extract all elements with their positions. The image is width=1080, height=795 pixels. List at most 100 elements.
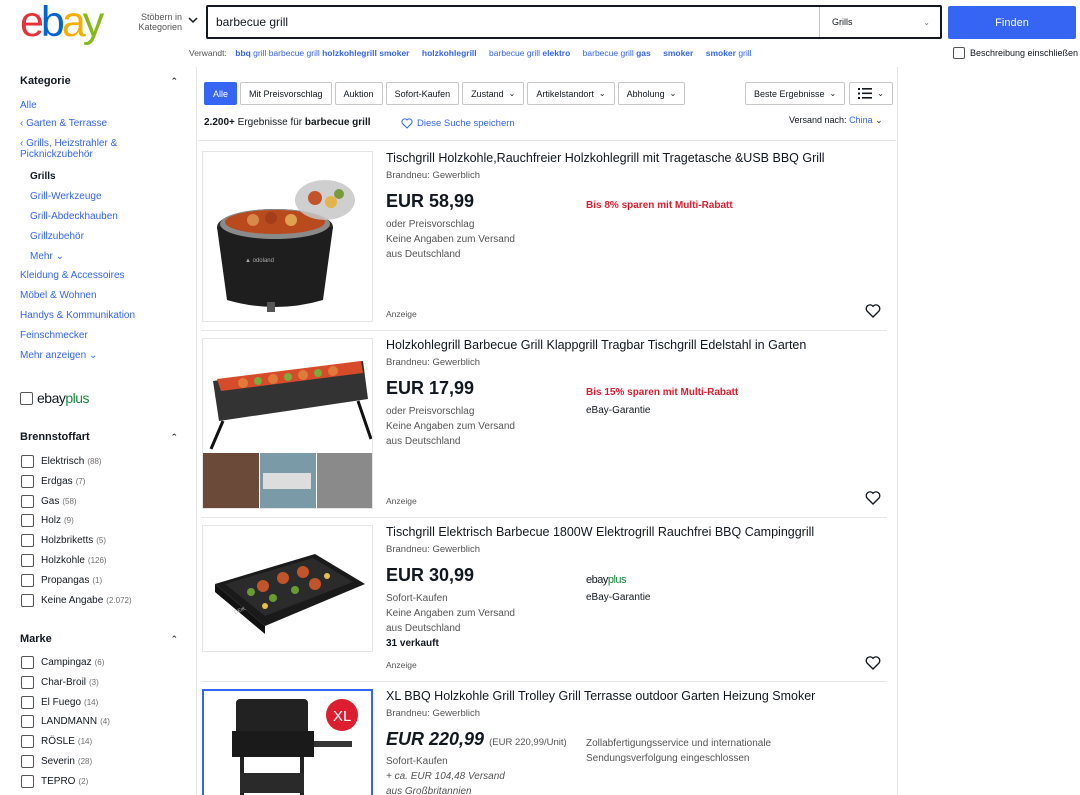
subcategory-link[interactable]: Grill-Abdeckhauben [30,211,118,223]
filter-option[interactable]: Propangas (1) [21,573,102,587]
watch-heart-icon[interactable] [865,303,881,319]
related-link[interactable]: smoker [663,48,693,58]
filter-option-count: (88) [87,457,102,466]
checkbox[interactable] [21,554,34,567]
filter-best-offer[interactable]: Mit Preisvorschlag [240,82,332,105]
ebay-logo[interactable]: ebay [20,1,112,44]
related-link[interactable]: holzkohlegrill [422,48,477,58]
find-button[interactable]: Finden [948,6,1076,39]
checkbox[interactable] [20,391,33,405]
filter-location-dropdown[interactable]: Artikelstandort ⌄ [527,82,615,105]
category-heading[interactable]: Kategorie ⌃ [20,74,182,88]
filter-option[interactable]: Holzbriketts (5) [21,534,106,548]
include-description-checkbox[interactable]: Beschreibung einschließen [953,47,1078,59]
filter-option[interactable]: Holzkohle (126) [21,554,107,567]
item-image[interactable]: XL [202,689,373,795]
category-link[interactable]: Kleidung & Accessoires [20,270,125,282]
filter-option-label: Severin [41,756,75,767]
related-link[interactable]: bbq grill barbecue grill holzkohlegrill … [235,48,409,58]
ad-label: Anzeige [386,309,417,319]
listing-item[interactable]: DEIK Tischgrill Elektrisch Barbecue 1800… [201,525,887,675]
listing-item[interactable]: ▲ odoland Tischgrill Holzkohle,Rauchfrei… [201,151,887,326]
checkbox[interactable] [21,455,34,468]
checkbox[interactable] [21,735,34,749]
item-title[interactable]: Tischgrill Holzkohle,Rauchfreier Holzkoh… [386,151,825,165]
filter-option[interactable]: RÖSLE (14) [21,735,92,749]
sort-dropdown[interactable]: Beste Ergebnisse ⌄ [745,82,846,105]
filter-option-count: (7) [75,476,86,486]
ad-label: Anzeige [386,496,417,506]
brand-heading[interactable]: Marke ⌃ [20,632,182,646]
related-link[interactable]: barbecue grill gas [583,48,651,58]
chevron-down-icon[interactable] [186,13,200,27]
item-title[interactable]: XL BBQ Holzkohle Grill Trolley Grill Ter… [386,689,815,703]
checkbox[interactable] [21,494,34,508]
checkbox[interactable] [21,593,34,607]
browse-label-2: Kategorien [138,22,182,32]
item-customs-note-2: Sendungsverfolgung eingeschlossen [586,753,750,764]
search-category-select[interactable]: Grills ⌄ [819,7,940,37]
search-input[interactable] [208,7,819,37]
item-image[interactable]: ▲ odoland [202,151,373,322]
subcategory-link[interactable]: Grillzubehör [30,231,84,243]
view-toggle[interactable]: ⌄ [849,82,893,105]
filter-option[interactable]: Erdgas (7) [21,474,86,488]
show-more-categories-link[interactable]: Mehr anzeigen ⌄ [20,350,97,362]
filter-option[interactable]: Severin (28) [21,755,92,768]
listing-item[interactable]: Holzkohlegrill Barbecue Grill Klappgrill… [201,338,887,513]
checkbox[interactable] [21,695,34,709]
filter-option[interactable]: Campingaz (6) [21,656,104,669]
filter-option[interactable]: Holz (9) [21,514,74,528]
item-customs-note: Zollabfertigungsservice und internationa… [586,738,772,749]
listing-item[interactable]: XL XL BBQ Holzkohle Grill Trolley Grill … [201,689,887,795]
breadcrumb-link[interactable]: ‹ Grills, Heizstrahler & Picknickzubehör [20,138,117,160]
filter-option[interactable]: Keine Angabe (2.072) [21,593,132,607]
subcategory-link[interactable]: Grill-Werkzeuge [30,191,102,203]
chevron-up-icon: ⌃ [170,75,178,86]
checkbox[interactable] [21,534,34,548]
filter-option[interactable]: LANDMANN (4) [21,715,110,729]
filter-option[interactable]: TEPRO (2) [21,774,88,788]
breadcrumb-link[interactable]: ‹ Garten & Terrasse [20,118,107,130]
filter-option[interactable]: El Fuego (14) [21,695,98,709]
filter-buy-now[interactable]: Sofort-Kaufen [385,82,460,105]
checkbox[interactable] [21,774,34,788]
browse-categories-button[interactable]: Stöbern in Kategorien [134,12,182,32]
watch-heart-icon[interactable] [865,655,881,671]
save-search-link[interactable]: Diese Suche speichern [401,118,515,129]
checkbox[interactable] [21,675,34,689]
category-all-link[interactable]: Alle [20,100,37,112]
category-link[interactable]: Handys & Kommunikation [20,310,135,322]
watch-heart-icon[interactable] [865,490,881,506]
checkbox[interactable] [953,47,965,59]
more-subcategories-link[interactable]: Mehr ⌄ [30,251,64,263]
category-link[interactable]: Möbel & Wohnen [20,290,97,302]
related-link[interactable]: barbecue grill elektro [489,48,570,58]
filter-auction[interactable]: Auktion [334,82,383,105]
filter-option[interactable]: Gas (58) [21,494,77,508]
list-view-icon [858,88,873,99]
checkbox[interactable] [21,755,34,768]
ebayplus-filter[interactable]: ebayplus [20,390,90,406]
item-image[interactable]: DEIK [202,525,373,652]
checkbox[interactable] [21,715,34,729]
filter-option[interactable]: Char-Broil (3) [21,675,99,689]
filter-pickup-dropdown[interactable]: Abholung ⌄ [617,82,686,105]
item-title[interactable]: Holzkohlegrill Barbecue Grill Klappgrill… [386,338,806,352]
filter-all[interactable]: Alle [204,82,238,105]
filter-option-label: Gas [41,495,60,507]
checkbox[interactable] [21,474,34,488]
fuel-type-heading[interactable]: Brennstoffart ⌃ [20,430,182,444]
checkbox[interactable] [21,514,34,528]
item-title[interactable]: Tischgrill Elektrisch Barbecue 1800W Ele… [386,525,814,539]
item-purchase-type: oder Preisvorschlag [386,406,475,417]
checkbox[interactable] [21,656,34,669]
ship-to[interactable]: Versand nach: China ⌄ [789,115,883,126]
checkbox[interactable] [21,573,34,587]
item-image[interactable] [202,338,373,509]
filter-option-count: (6) [94,658,105,667]
category-link[interactable]: Feinschmecker [20,330,88,342]
filter-condition-dropdown[interactable]: Zustand ⌄ [462,82,525,105]
related-link[interactable]: smoker grill [706,48,752,58]
filter-option[interactable]: Elektrisch (88) [21,455,102,468]
